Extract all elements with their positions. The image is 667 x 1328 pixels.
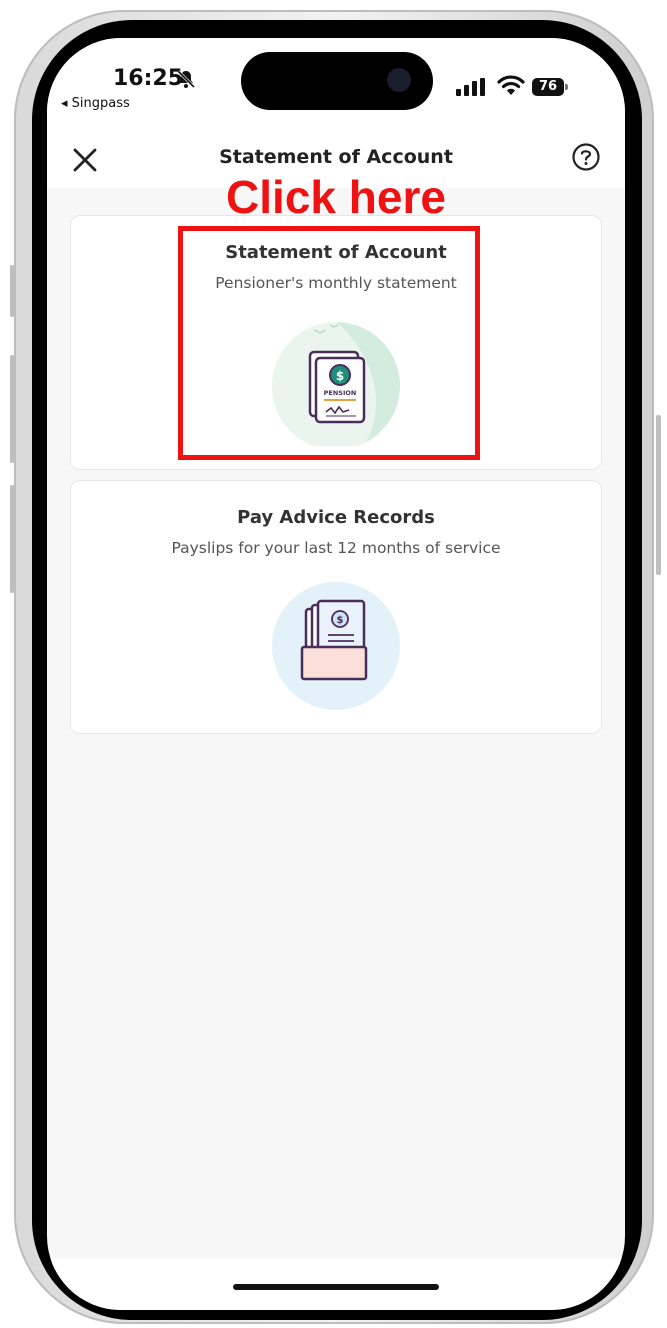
side-button-volume-up bbox=[10, 355, 15, 463]
wifi-icon bbox=[497, 75, 525, 95]
home-indicator[interactable] bbox=[233, 1284, 439, 1290]
pay-advice-records-card[interactable]: Pay Advice Records Payslips for your las… bbox=[70, 480, 602, 734]
battery-indicator: 76 bbox=[532, 78, 568, 96]
dynamic-island bbox=[241, 52, 433, 110]
screenshot: 16:25 ◂ Singpass 76 Statement of Account… bbox=[0, 0, 667, 1328]
side-button-volume-down bbox=[10, 485, 15, 593]
click-here-annotation: Click here bbox=[226, 171, 446, 223]
camera-icon bbox=[387, 68, 411, 92]
card-title: Pay Advice Records bbox=[237, 507, 435, 528]
side-button-power bbox=[656, 415, 661, 575]
side-button-mute bbox=[10, 265, 15, 317]
payslip-records-icon: $ bbox=[272, 582, 400, 710]
silent-bell-icon bbox=[176, 69, 196, 89]
cellular-signal-icon bbox=[456, 78, 485, 96]
status-time: 16:25 bbox=[113, 66, 184, 91]
page-title: Statement of Account bbox=[219, 146, 453, 168]
highlight-box bbox=[178, 226, 480, 460]
status-bar: 16:25 ◂ Singpass 76 bbox=[47, 38, 625, 148]
svg-text:$: $ bbox=[337, 615, 344, 626]
help-icon[interactable] bbox=[571, 142, 601, 172]
card-subtitle: Payslips for your last 12 months of serv… bbox=[171, 539, 501, 557]
back-to-singpass-link[interactable]: ◂ Singpass bbox=[61, 96, 130, 111]
